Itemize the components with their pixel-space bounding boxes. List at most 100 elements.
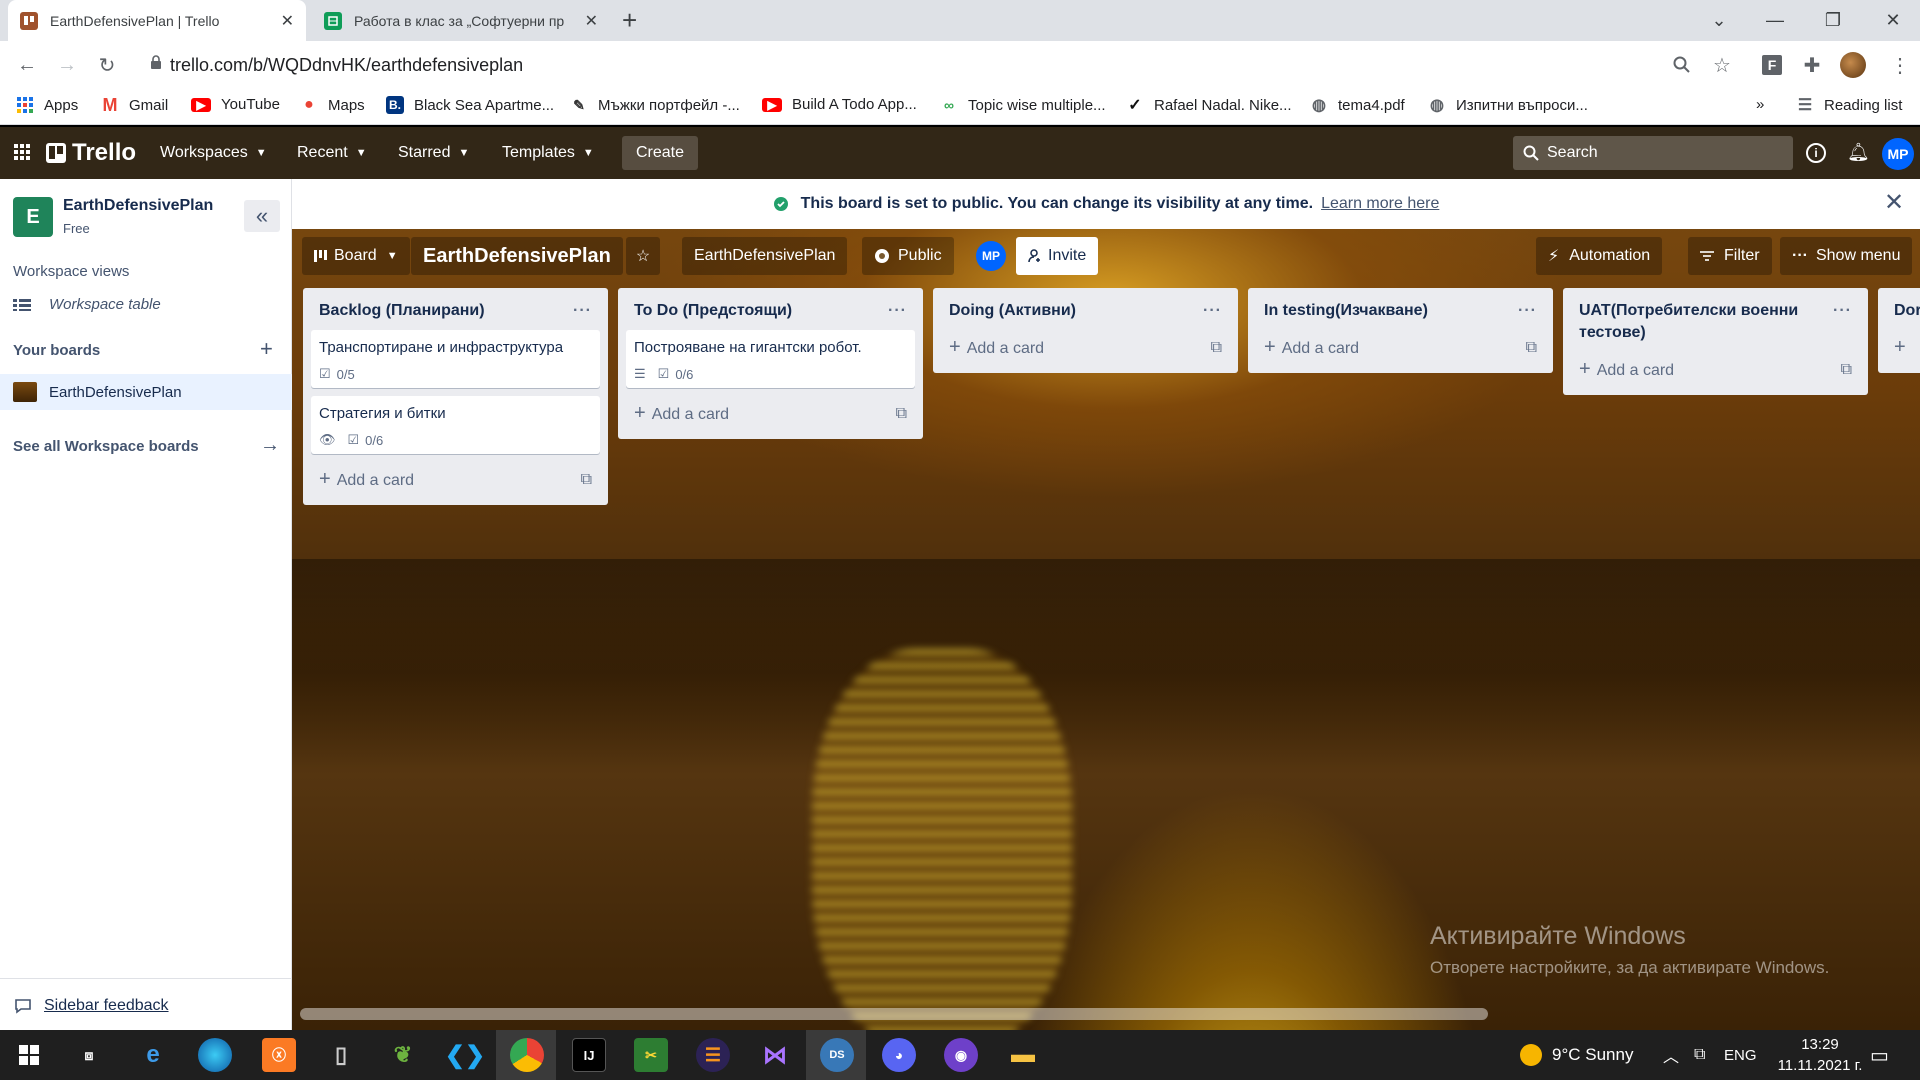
star-board-icon[interactable]: ☆ — [626, 237, 660, 275]
back-icon[interactable]: ← — [13, 51, 41, 79]
tray-chevron-icon[interactable]: ︿ — [1663, 1030, 1679, 1080]
bookmark-nadal[interactable]: ✓ Rafael Nadal. Nike... — [1126, 96, 1291, 115]
list-title[interactable]: Backlog (Планирани) — [319, 300, 485, 322]
list-title[interactable]: Dor — [1894, 300, 1920, 322]
horizontal-scrollbar[interactable] — [300, 1008, 1488, 1020]
bookmark-portfeil[interactable]: ✎ Мъжки портфейл -... — [570, 96, 740, 114]
board-view-switcher[interactable]: Board ▼ — [302, 237, 410, 275]
bookmark-gmail[interactable]: M Gmail — [101, 95, 169, 115]
visual-studio-icon[interactable]: ⋈ — [758, 1038, 792, 1072]
new-tab-plus-icon[interactable]: + — [622, 5, 637, 36]
trello-logo[interactable]: Trello — [46, 127, 136, 179]
extensions-puzzle-icon[interactable]: ✚ — [1798, 51, 1826, 79]
clock[interactable]: 13:29 11.11.2021 г. — [1770, 1034, 1870, 1076]
learn-more-link[interactable]: Learn more here — [1321, 195, 1439, 213]
eclipse-icon[interactable]: ☰ — [696, 1038, 730, 1072]
language-indicator[interactable]: ENG — [1724, 1030, 1757, 1080]
card[interactable]: Транспортиране и инфраструктура ☑ 0/5 — [311, 330, 600, 388]
forward-icon[interactable]: → — [53, 51, 81, 79]
edge-icon[interactable] — [198, 1038, 232, 1072]
task-view-icon[interactable]: ⧈ — [72, 1038, 106, 1072]
intellij-icon[interactable]: IJ — [572, 1038, 606, 1072]
add-card-button[interactable]: + Add a card ⧉ — [311, 462, 600, 497]
zoom-icon[interactable] — [1668, 51, 1696, 79]
bookmark-apps[interactable]: Apps — [16, 96, 78, 114]
list-menu-icon[interactable]: ··· — [1518, 300, 1537, 322]
list-title[interactable]: To Do (Предстоящи) — [634, 300, 792, 322]
filter-button[interactable]: Filter — [1688, 237, 1772, 275]
nav-starred[interactable]: Starred ▼ — [398, 127, 469, 179]
add-card-button[interactable]: + Add a card ⧉ — [941, 330, 1230, 365]
arrow-right-icon[interactable]: → — [260, 434, 280, 457]
board-member-avatar[interactable]: MP — [976, 241, 1006, 271]
github-desktop-icon[interactable]: ◉ — [944, 1038, 978, 1072]
bookmark-topic-wise[interactable]: ∞ Topic wise multiple... — [940, 96, 1106, 114]
windows-start-icon[interactable] — [12, 1038, 46, 1072]
file-explorer-icon[interactable]: ▬ — [1006, 1038, 1040, 1072]
nav-templates[interactable]: Templates ▼ — [502, 127, 594, 179]
sidebar-item-board[interactable]: EarthDefensivePlan — [0, 374, 292, 410]
url-text[interactable]: trello.com/b/WQDdnvHK/earthdefensiveplan — [170, 55, 523, 76]
minimize-icon[interactable]: — — [1752, 0, 1798, 41]
sidebar-feedback-link[interactable]: Sidebar feedback — [14, 997, 169, 1015]
list-title[interactable]: Doing (Активни) — [949, 300, 1076, 322]
card-template-icon[interactable]: ⧉ — [896, 405, 907, 423]
bookmark-youtube[interactable]: ▶ YouTube — [191, 96, 280, 113]
nav-workspaces[interactable]: Workspaces ▼ — [160, 127, 267, 179]
close-tab-icon[interactable]: ✕ — [281, 11, 294, 31]
show-menu-button[interactable]: ··· Show menu — [1780, 237, 1913, 275]
tab-search-icon[interactable]: ⌄ — [1696, 0, 1742, 41]
bookmark-star-icon[interactable]: ☆ — [1708, 51, 1736, 79]
files-icon[interactable]: ▯ — [324, 1038, 358, 1072]
bookmark-izpitni[interactable]: ◍ Изпитни въпроси... — [1428, 96, 1588, 115]
list-menu-icon[interactable]: ··· — [573, 300, 592, 322]
list-title[interactable]: UAT(Потребителски военни тестове) — [1579, 300, 1819, 344]
card-template-icon[interactable]: ⧉ — [1211, 339, 1222, 357]
close-banner-icon[interactable]: ✕ — [1884, 188, 1904, 217]
info-icon[interactable]: i — [1806, 143, 1826, 163]
xampp-icon[interactable]: ⓧ — [262, 1038, 296, 1072]
profile-avatar[interactable] — [1840, 52, 1866, 78]
sidebar-item-workspace-table[interactable]: Workspace table — [13, 296, 161, 313]
card-template-icon[interactable]: ⧉ — [1526, 339, 1537, 357]
bookmark-tema4[interactable]: ◍ tema4.pdf — [1310, 96, 1405, 115]
add-card-button[interactable]: + Add a card ⧉ — [626, 396, 915, 431]
search-input[interactable]: Search — [1513, 136, 1793, 170]
tab-sheets[interactable]: Работа в клас за „Софтуерни пр ✕ — [312, 0, 610, 41]
card-template-icon[interactable]: ⧉ — [581, 471, 592, 489]
bookmarks-overflow-icon[interactable]: » — [1756, 96, 1764, 113]
invite-button[interactable]: Invite — [1016, 237, 1099, 275]
network-icon[interactable]: ⧉ — [1694, 1030, 1705, 1080]
spring-icon[interactable]: ❦ — [386, 1038, 420, 1072]
reading-list[interactable]: ☰ Reading list — [1796, 96, 1903, 115]
internet-explorer-icon[interactable]: e — [136, 1038, 170, 1072]
restore-icon[interactable]: ❐ — [1810, 0, 1856, 41]
close-tab-icon[interactable]: ✕ — [585, 11, 598, 31]
visibility-button[interactable]: Public — [862, 237, 954, 275]
card[interactable]: Построяване на гигантски робот. ☰ ☑ 0/6 — [626, 330, 915, 388]
ssms-icon[interactable]: DS — [820, 1038, 854, 1072]
plus-icon[interactable]: + — [1894, 336, 1906, 359]
bookmark-maps[interactable]: ● Maps — [300, 96, 365, 114]
snipping-icon[interactable]: ✂ — [634, 1038, 668, 1072]
list-title[interactable]: In testing(Изчакване) — [1264, 300, 1428, 322]
workspace-button[interactable]: EarthDefensivePlan — [682, 237, 848, 275]
bookmark-todo-app[interactable]: ▶ Build A Todo App... — [762, 96, 917, 113]
tab-trello[interactable]: EarthDefensivePlan | Trello ✕ — [8, 0, 306, 41]
create-button[interactable]: Create — [622, 136, 699, 170]
browser-menu-icon[interactable]: ⋮ — [1886, 51, 1914, 79]
collapse-sidebar-icon[interactable]: « — [244, 200, 280, 232]
weather-widget[interactable]: 9°C Sunny — [1520, 1030, 1633, 1080]
board-title[interactable]: EarthDefensivePlan — [411, 237, 623, 275]
extension-f-icon[interactable]: F — [1758, 51, 1786, 79]
discord-icon[interactable]: ◕ — [882, 1038, 916, 1072]
automation-button[interactable]: ⚡︎ Automation — [1536, 237, 1663, 275]
add-card-button[interactable]: + Add a card ⧉ — [1256, 330, 1545, 365]
list-menu-icon[interactable]: ··· — [888, 300, 907, 322]
vscode-icon[interactable]: ❮❯ — [445, 1038, 485, 1072]
list-menu-icon[interactable]: ··· — [1203, 300, 1222, 322]
workspace-name[interactable]: EarthDefensivePlan — [63, 197, 213, 215]
nav-recent[interactable]: Recent ▼ — [297, 127, 367, 179]
add-card-button[interactable]: + Add a card ⧉ — [1571, 352, 1860, 387]
close-window-icon[interactable]: ✕ — [1870, 0, 1916, 41]
